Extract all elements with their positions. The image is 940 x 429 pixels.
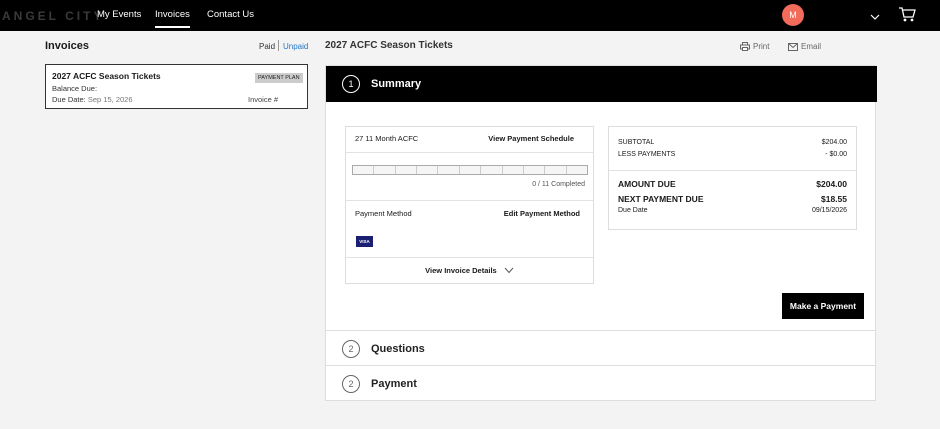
payment-progress-bar (352, 165, 588, 175)
subtotal-value: $204.00 (821, 139, 847, 146)
progress-segment (438, 166, 460, 174)
progress-segment (374, 166, 396, 174)
totals-box: SUBTOTAL $204.00 LESS PAYMENTS - $0.00 A… (608, 126, 857, 230)
progress-segment (545, 166, 567, 174)
divider (346, 257, 593, 258)
less-payments-label: LESS PAYMENTS (618, 151, 676, 158)
invoice-card-title: 2027 ACFC Season Tickets (52, 71, 161, 81)
nav-my-events[interactable]: My Events (97, 9, 141, 20)
progress-segment (481, 166, 503, 174)
progress-segment (459, 166, 482, 174)
amount-due-label: AMOUNT DUE (618, 179, 676, 189)
brand-logo[interactable]: ANGEL CITY (2, 9, 104, 23)
divider (346, 152, 593, 153)
progress-segment (523, 166, 546, 174)
chevron-down-icon (504, 267, 514, 274)
payment-plan-box: 27 11 Month ACFC View Payment Schedule 0… (345, 126, 594, 284)
invoice-card[interactable]: 2027 ACFC Season Tickets PAYMENT PLAN Ba… (45, 64, 308, 109)
progress-segment (353, 166, 375, 174)
questions-step-header[interactable]: 2 Questions (326, 330, 875, 365)
due-date-label: Due Date (618, 207, 648, 214)
questions-step-number: 2 (342, 340, 360, 358)
print-button[interactable]: Print (740, 42, 769, 51)
progress-segment (502, 166, 524, 174)
amount-due-value: $204.00 (816, 179, 847, 189)
nav-contact-us[interactable]: Contact Us (207, 9, 254, 20)
divider (346, 200, 593, 201)
sidebar-title: Invoices (45, 40, 90, 52)
page-title: 2027 ACFC Season Tickets (325, 40, 453, 51)
top-nav: ANGEL CITY My Events Invoices Contact Us… (0, 0, 940, 31)
payment-plan-badge: PAYMENT PLAN (255, 73, 303, 83)
invoice-balance-label: Balance Due: (52, 84, 98, 93)
invoice-steps-panel: 1 Summary 27 11 Month ACFC View Payment … (325, 65, 877, 401)
chevron-down-icon[interactable] (870, 9, 880, 27)
next-payment-value: $18.55 (821, 194, 847, 204)
account-name-redacted (810, 9, 866, 23)
invoice-due-value: Sep 15, 2026 (87, 95, 133, 104)
payment-step-number: 2 (342, 375, 360, 393)
email-label: Email (801, 42, 822, 51)
payment-step-header[interactable]: 2 Payment (326, 365, 875, 400)
invoice-due-date: Due Date: Sep 15, 2026 (52, 95, 133, 104)
view-invoice-details-label: View Invoice Details (425, 266, 497, 275)
due-date-value: 09/15/2026 (811, 207, 847, 214)
email-button[interactable]: Email (788, 42, 821, 51)
less-payments-value: - $0.00 (825, 151, 847, 158)
subtotal-label: SUBTOTAL (618, 139, 655, 146)
progress-segment (417, 166, 439, 174)
edit-payment-method-link[interactable]: Edit Payment Method (504, 209, 580, 218)
cart-icon[interactable] (898, 6, 916, 28)
filter-paid[interactable]: Paid (259, 42, 275, 51)
print-label: Print (753, 42, 770, 51)
make-payment-button[interactable]: Make a Payment (782, 293, 864, 319)
view-payment-schedule-link[interactable]: View Payment Schedule (488, 134, 574, 143)
summary-step-title: Summary (371, 78, 422, 90)
printer-icon (740, 42, 750, 51)
divider (609, 170, 856, 171)
next-payment-label: NEXT PAYMENT DUE (618, 194, 704, 204)
summary-step-header[interactable]: 1 Summary (326, 66, 877, 102)
visa-card-icon: VISA (356, 236, 373, 247)
invoice-due-label: Due Date: (52, 95, 86, 104)
progress-segment (395, 166, 418, 174)
progress-segment (566, 166, 587, 174)
view-invoice-details-toggle[interactable]: View Invoice Details (346, 266, 593, 275)
plan-name: 27 11 Month ACFC (355, 134, 419, 143)
filter-divider (278, 40, 279, 51)
questions-step-title: Questions (371, 343, 425, 355)
invoice-number-label: Invoice # (248, 95, 279, 104)
payment-step-title: Payment (371, 378, 417, 390)
envelope-icon (788, 43, 798, 51)
progress-text: 0 / 11 Completed (532, 181, 585, 188)
filter-unpaid[interactable]: Unpaid (283, 42, 308, 51)
nav-invoices[interactable]: Invoices (155, 9, 190, 28)
payment-method-label: Payment Method (355, 209, 412, 218)
summary-step-number: 1 (342, 75, 360, 93)
avatar[interactable]: M (782, 4, 804, 26)
